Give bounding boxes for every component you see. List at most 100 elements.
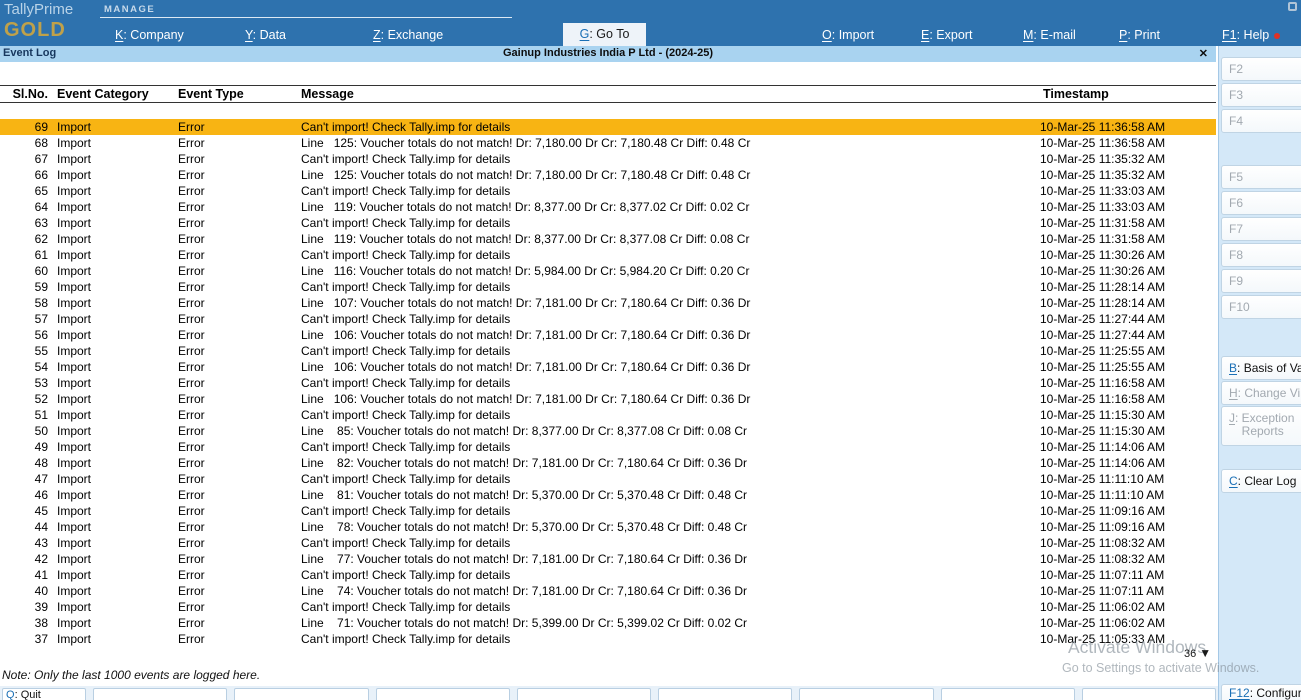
event-log-row[interactable]: 39 Import Error Can't import! Check Tall… (0, 599, 1216, 615)
event-log-row[interactable]: 45 Import Error Can't import! Check Tall… (0, 503, 1216, 519)
goto-button[interactable]: G: Go To (563, 23, 646, 46)
diff-value: 0.36 Dr (711, 296, 750, 310)
cell-type: Error (178, 151, 301, 167)
message-text: Line 74: Voucher totals do not match! Dr… (301, 584, 708, 598)
sidebar-button-f7[interactable]: F7 (1221, 217, 1301, 241)
menu-exchange[interactable]: Z: Exchange (373, 28, 443, 42)
event-log-row[interactable]: 56 Import Error Line 106: Voucher totals… (0, 327, 1216, 343)
event-log-row[interactable]: 61 Import Error Can't import! Check Tall… (0, 247, 1216, 263)
sidebar-button-f9[interactable]: F9 (1221, 269, 1301, 293)
event-log-row[interactable]: 52 Import Error Line 106: Voucher totals… (0, 391, 1216, 407)
cell-category: Import (57, 215, 178, 231)
event-log-row[interactable]: 41 Import Error Can't import! Check Tall… (0, 567, 1216, 583)
message-text: Line 82: Voucher totals do not match! Dr… (301, 456, 708, 470)
cell-timestamp: 10-Mar-25 11:28:14 AM (1037, 295, 1202, 311)
event-log-row[interactable]: 44 Import Error Line 78: Voucher totals … (0, 519, 1216, 535)
cell-message: Line 106: Voucher totals do not match! D… (301, 327, 1037, 343)
event-log-row[interactable]: 48 Import Error Line 82: Voucher totals … (0, 455, 1216, 471)
bottom-bar-segment[interactable] (376, 688, 510, 700)
cell-type: Error (178, 391, 301, 407)
scroll-more-indicator[interactable]: 36▼ (1184, 646, 1211, 660)
menu-data[interactable]: Y: Data (245, 28, 286, 42)
menu-export[interactable]: E: Export (921, 28, 972, 42)
event-log-row[interactable]: 51 Import Error Can't import! Check Tall… (0, 407, 1216, 423)
diff-value: 0.48 Cr (711, 168, 750, 182)
event-log-row[interactable]: 59 Import Error Can't import! Check Tall… (0, 279, 1216, 295)
bottom-bar-segment[interactable] (1082, 688, 1216, 700)
event-log-row[interactable]: 64 Import Error Line 119: Voucher totals… (0, 199, 1216, 215)
cell-message: Line 82: Voucher totals do not match! Dr… (301, 455, 1037, 471)
sidebar-button-f3[interactable]: F3 (1221, 83, 1301, 107)
sidebar-button-f5[interactable]: F5 (1221, 165, 1301, 189)
event-log-row[interactable]: 58 Import Error Line 107: Voucher totals… (0, 295, 1216, 311)
sidebar-button-f8[interactable]: F8 (1221, 243, 1301, 267)
event-log-row[interactable]: 63 Import Error Can't import! Check Tall… (0, 215, 1216, 231)
cell-message: Line 119: Voucher totals do not match! D… (301, 231, 1037, 247)
bottom-bar-segment[interactable] (234, 688, 368, 700)
cell-message: Line 74: Voucher totals do not match! Dr… (301, 583, 1037, 599)
event-log-row[interactable]: 38 Import Error Line 71: Voucher totals … (0, 615, 1216, 631)
cell-timestamp: 10-Mar-25 11:35:32 AM (1037, 151, 1202, 167)
cell-type: Error (178, 359, 301, 375)
bottom-bar-segment[interactable] (517, 688, 651, 700)
cell-category: Import (57, 439, 178, 455)
event-log-row[interactable]: 69 Import Error Can't import! Check Tall… (0, 119, 1216, 135)
event-log-row[interactable]: 43 Import Error Can't import! Check Tall… (0, 535, 1216, 551)
event-log-row[interactable]: 40 Import Error Line 74: Voucher totals … (0, 583, 1216, 599)
event-log-row[interactable]: 54 Import Error Line 106: Voucher totals… (0, 359, 1216, 375)
event-log-row[interactable]: 53 Import Error Can't import! Check Tall… (0, 375, 1216, 391)
event-log-row[interactable]: 42 Import Error Line 77: Voucher totals … (0, 551, 1216, 567)
menu-label: Exchange (388, 28, 444, 42)
event-log-row[interactable]: 57 Import Error Can't import! Check Tall… (0, 311, 1216, 327)
sidebar-button-clear-log[interactable]: C: Clear Log (1221, 469, 1301, 493)
event-log-row[interactable]: 49 Import Error Can't import! Check Tall… (0, 439, 1216, 455)
diff-value: 0.36 Dr (711, 392, 750, 406)
cell-type: Error (178, 407, 301, 423)
bottom-bar-segment[interactable] (93, 688, 227, 700)
help-button[interactable]: F1: Help (1222, 28, 1280, 42)
sidebar-button-configure[interactable]: F12: Configure (1221, 684, 1301, 700)
sidebar-button-f2[interactable]: F2 (1221, 57, 1301, 81)
menu-company[interactable]: K: Company (115, 28, 184, 42)
cell-timestamp: 10-Mar-25 11:35:32 AM (1037, 167, 1202, 183)
message-text: Can't import! Check Tally.imp for detail… (301, 440, 510, 454)
cell-type: Error (178, 567, 301, 583)
event-log-row[interactable]: 60 Import Error Line 116: Voucher totals… (0, 263, 1216, 279)
cell-category: Import (57, 263, 178, 279)
bottom-bar-segment[interactable] (799, 688, 933, 700)
sidebar-button-f10[interactable]: F10 (1221, 295, 1301, 319)
sidebar-button-change-vi[interactable]: H: Change Vi (1221, 381, 1301, 405)
event-log-row[interactable]: 47 Import Error Can't import! Check Tall… (0, 471, 1216, 487)
message-text: Line 85: Voucher totals do not match! Dr… (301, 424, 708, 438)
cell-category: Import (57, 567, 178, 583)
cell-slno: 69 (0, 119, 57, 135)
cell-slno: 53 (0, 375, 57, 391)
sidebar-button-f4[interactable]: F4 (1221, 109, 1301, 133)
event-log-row[interactable]: 65 Import Error Can't import! Check Tall… (0, 183, 1216, 199)
menu-print[interactable]: P: Print (1119, 28, 1160, 42)
menu-e-mail[interactable]: M: E-mail (1023, 28, 1076, 42)
bottom-bar-segment[interactable] (658, 688, 792, 700)
cell-slno: 52 (0, 391, 57, 407)
diff-value: 0.02 Cr (708, 616, 747, 630)
cell-category: Import (57, 375, 178, 391)
close-icon[interactable]: ✕ (1199, 47, 1208, 60)
event-log-row[interactable]: 67 Import Error Can't import! Check Tall… (0, 151, 1216, 167)
event-log-row[interactable]: 55 Import Error Can't import! Check Tall… (0, 343, 1216, 359)
quit-button[interactable]: Q: Quit (2, 688, 86, 700)
menu-label: Export (936, 28, 972, 42)
event-log-row[interactable]: 37 Import Error Can't import! Check Tall… (0, 631, 1216, 647)
sidebar-button-basis-of-va[interactable]: B: Basis of Va (1221, 356, 1301, 380)
tallyprime-window: TallyPrime GOLD MANAGE K: CompanyY: Data… (0, 0, 1301, 700)
event-log-row[interactable]: 62 Import Error Line 119: Voucher totals… (0, 231, 1216, 247)
event-log-row[interactable]: 66 Import Error Line 125: Voucher totals… (0, 167, 1216, 183)
sidebar-button-exception-reports[interactable]: J: Exception Reports (1221, 406, 1301, 446)
event-log-row[interactable]: 50 Import Error Line 85: Voucher totals … (0, 423, 1216, 439)
event-log-row[interactable]: 46 Import Error Line 81: Voucher totals … (0, 487, 1216, 503)
bottom-bar-segment[interactable] (941, 688, 1075, 700)
menu-import[interactable]: O: Import (822, 28, 874, 42)
cell-slno: 50 (0, 423, 57, 439)
sidebar-button-f6[interactable]: F6 (1221, 191, 1301, 215)
event-log-row[interactable]: 68 Import Error Line 125: Voucher totals… (0, 135, 1216, 151)
cell-category: Import (57, 135, 178, 151)
